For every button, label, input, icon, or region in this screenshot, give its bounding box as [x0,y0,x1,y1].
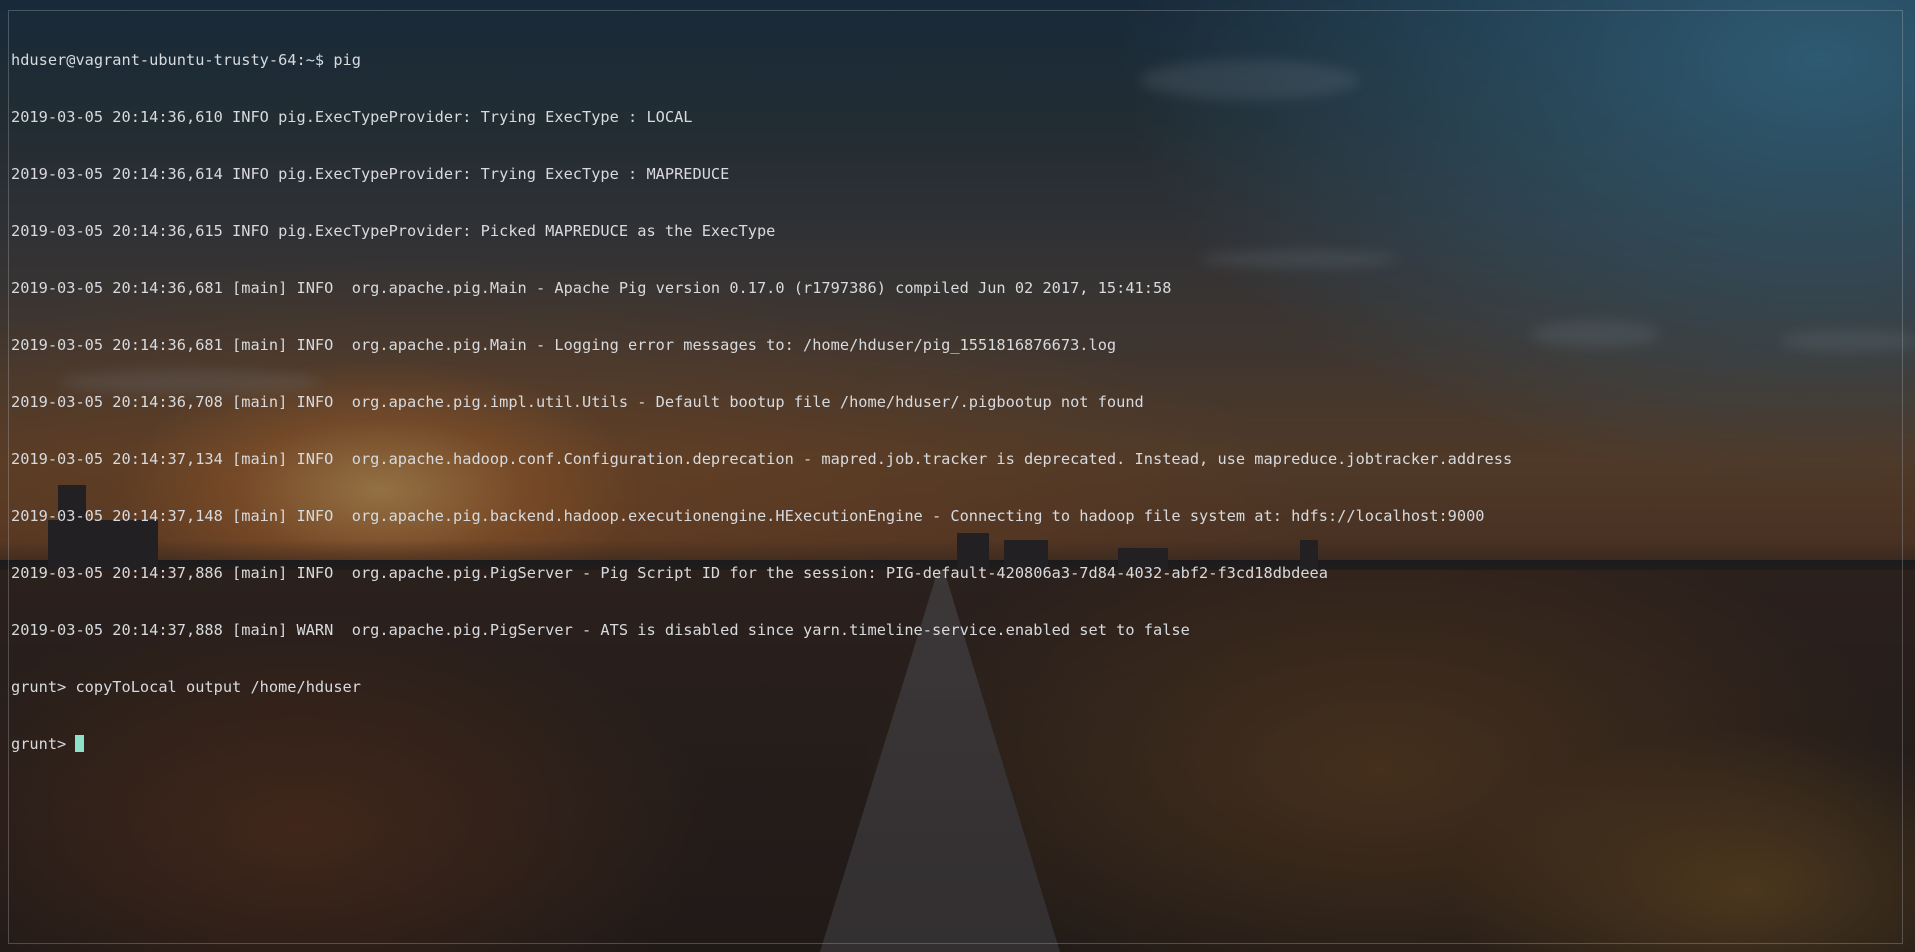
terminal-cursor [75,735,85,752]
terminal-line: grunt> copyToLocal output /home/hduser [11,678,361,696]
terminal-line: 2019-03-05 20:14:37,134 [main] INFO org.… [11,450,1513,468]
terminal-prompt: grunt> [11,735,76,753]
terminal-line: 2019-03-05 20:14:36,681 [main] INFO org.… [11,279,1172,297]
terminal-line: 2019-03-05 20:14:37,886 [main] INFO org.… [11,564,1328,582]
terminal-line: hduser@vagrant-ubuntu-trusty-64:~$ pig [11,51,361,69]
terminal-prompt-line[interactable]: grunt> [11,735,1902,754]
terminal-line: 2019-03-05 20:14:36,681 [main] INFO org.… [11,336,1117,354]
terminal-line: 2019-03-05 20:14:36,610 INFO pig.ExecTyp… [11,108,693,126]
terminal-window[interactable]: hduser@vagrant-ubuntu-trusty-64:~$ pig 2… [8,10,1903,944]
terminal-line: 2019-03-05 20:14:37,888 [main] WARN org.… [11,621,1190,639]
terminal-line: 2019-03-05 20:14:36,615 INFO pig.ExecTyp… [11,222,776,240]
terminal-line: 2019-03-05 20:14:36,708 [main] INFO org.… [11,393,1144,411]
terminal-line: 2019-03-05 20:14:37,148 [main] INFO org.… [11,507,1485,525]
terminal-line: 2019-03-05 20:14:36,614 INFO pig.ExecTyp… [11,165,730,183]
terminal-output: hduser@vagrant-ubuntu-trusty-64:~$ pig 2… [11,13,1902,792]
